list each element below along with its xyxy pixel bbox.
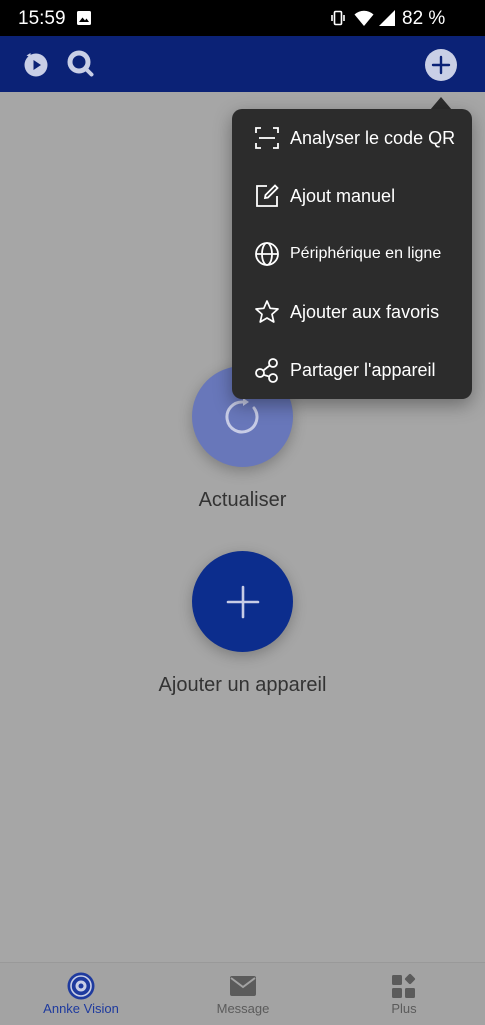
menu-item-label: Ajouter aux favoris <box>290 301 440 322</box>
menu-item-label: Périphérique en ligne <box>290 245 442 262</box>
status-time: 15:59 <box>18 8 66 29</box>
refresh-icon <box>224 397 258 433</box>
playback-icon[interactable] <box>22 50 50 78</box>
menu-item-label: Analyser le code QR <box>290 127 456 148</box>
app-bar <box>0 36 485 92</box>
menu-item-label: Partager l'appareil <box>290 359 436 380</box>
share-icon <box>255 358 278 383</box>
refresh-label: Actualiser <box>198 489 287 511</box>
message-icon <box>230 976 256 996</box>
wifi-icon <box>354 10 374 26</box>
image-notification-icon <box>77 11 91 25</box>
nav-message[interactable]: Message <box>162 963 324 1025</box>
add-device-button[interactable] <box>192 551 293 652</box>
qr-scan-icon <box>255 127 279 149</box>
status-bar: 15:59 82 % <box>0 0 485 36</box>
plus-icon <box>226 585 259 618</box>
menu-item-online-device[interactable]: Périphérique en ligne <box>232 225 472 283</box>
battery-level: 82 % <box>402 8 446 29</box>
add-icon[interactable] <box>424 48 458 82</box>
annke-vision-icon <box>67 972 95 1000</box>
menu-item-add-favorites[interactable]: Ajouter aux favoris <box>232 283 472 341</box>
signal-icon <box>379 10 395 26</box>
nav-annke-vision[interactable]: Annke Vision <box>0 963 162 1025</box>
add-menu: Analyser le code QR Ajout manuel Périphé… <box>232 109 472 399</box>
add-device-label: Ajouter un appareil <box>158 674 327 696</box>
menu-item-scan-qr[interactable]: Analyser le code QR <box>232 109 472 167</box>
nav-label: Plus <box>391 1001 417 1016</box>
menu-item-label: Ajout manuel <box>290 185 396 206</box>
nav-plus[interactable]: Plus <box>323 963 485 1025</box>
globe-icon <box>255 242 279 266</box>
nav-label: Message <box>216 1001 270 1016</box>
menu-item-manual-add[interactable]: Ajout manuel <box>232 167 472 225</box>
menu-item-share-device[interactable]: Partager l'appareil <box>232 341 472 399</box>
bottom-nav: Annke Vision Message Plus <box>0 962 485 1025</box>
nav-label: Annke Vision <box>43 1001 119 1016</box>
search-icon[interactable] <box>67 50 95 78</box>
star-icon <box>255 300 279 323</box>
plus-grid-icon <box>392 973 416 998</box>
vibrate-icon <box>331 10 345 26</box>
edit-icon <box>256 184 279 207</box>
